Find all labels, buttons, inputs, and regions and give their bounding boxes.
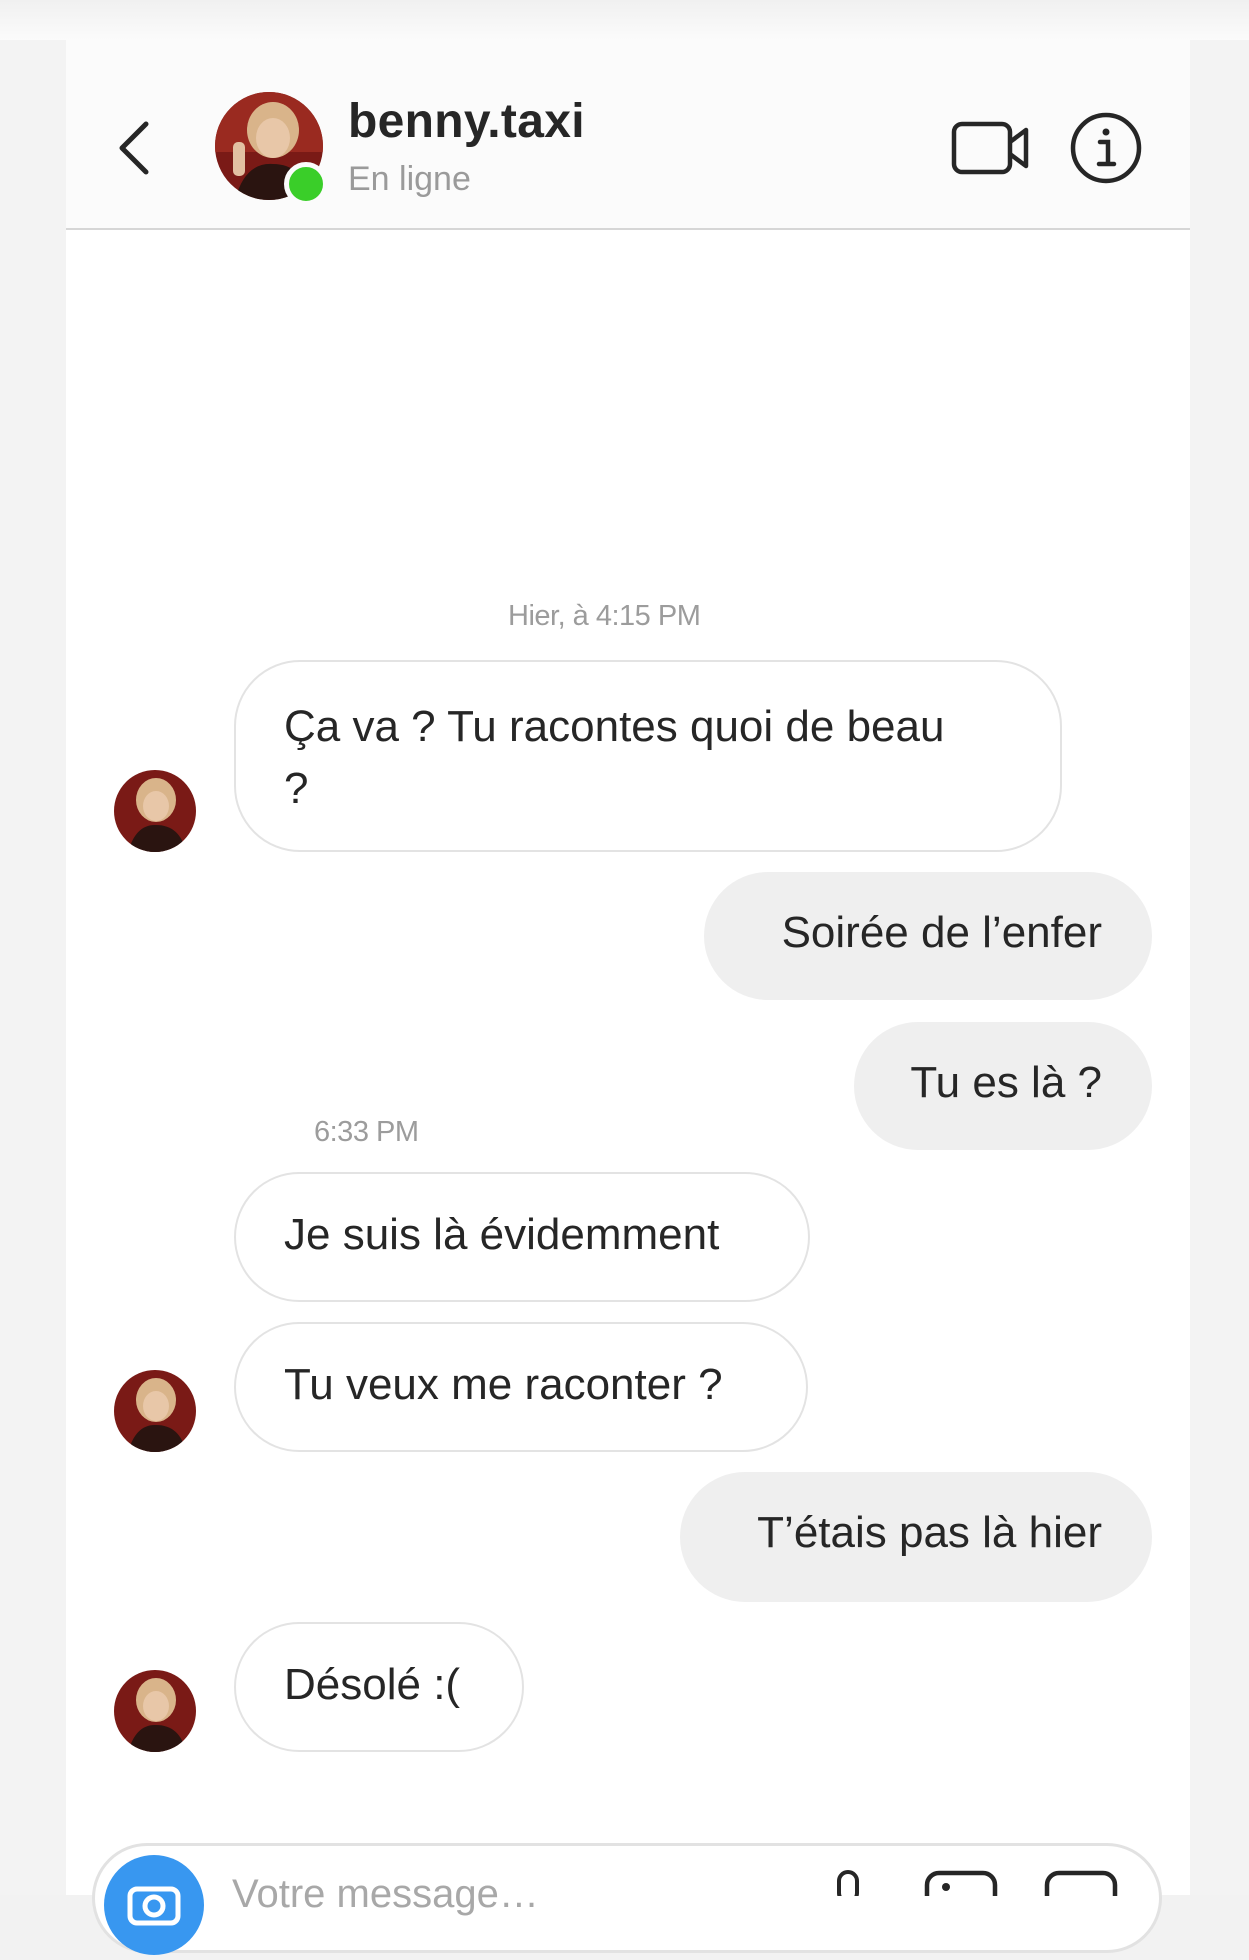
info-icon <box>1070 112 1142 184</box>
incoming-message[interactable]: Tu veux me raconter ? <box>234 1322 808 1452</box>
status-bar <box>0 0 1249 40</box>
microphone-icon[interactable] <box>828 1870 868 1896</box>
back-button[interactable] <box>100 108 160 188</box>
message-timestamp: 6:33 PM <box>314 1116 419 1148</box>
image-icon[interactable] <box>924 1870 998 1896</box>
sender-avatar[interactable] <box>114 1670 196 1752</box>
sender-avatar[interactable] <box>114 1370 196 1452</box>
message-text-line: Ça va ? Tu racontes quoi de beau <box>284 702 945 751</box>
camera-icon <box>127 1886 181 1926</box>
outgoing-message[interactable]: T’étais pas là hier <box>680 1472 1152 1602</box>
message-timestamp: Hier, à 4:15 PM <box>508 600 701 632</box>
video-call-button[interactable] <box>950 112 1032 182</box>
outgoing-message[interactable]: Tu es là ? <box>854 1022 1152 1150</box>
chevron-left-icon <box>119 121 149 175</box>
video-camera-icon <box>951 121 1029 175</box>
sender-avatar[interactable] <box>114 770 196 852</box>
contact-status: En ligne <box>348 160 471 198</box>
incoming-message[interactable]: Ça va ? Tu racontes quoi de beau ? <box>234 660 1062 852</box>
sticker-icon[interactable] <box>1044 1870 1118 1896</box>
incoming-message[interactable]: Désolé :( <box>234 1622 524 1752</box>
camera-button[interactable] <box>104 1855 204 1955</box>
message-text-line: ? <box>284 764 309 813</box>
incoming-message[interactable]: Je suis là évidemment <box>234 1172 810 1302</box>
message-input[interactable] <box>230 1868 754 1920</box>
online-indicator <box>284 162 328 206</box>
info-button[interactable] <box>1068 110 1144 186</box>
contact-username[interactable]: benny.taxi <box>348 94 585 149</box>
outgoing-message[interactable]: Soirée de l’enfer <box>704 872 1152 1000</box>
